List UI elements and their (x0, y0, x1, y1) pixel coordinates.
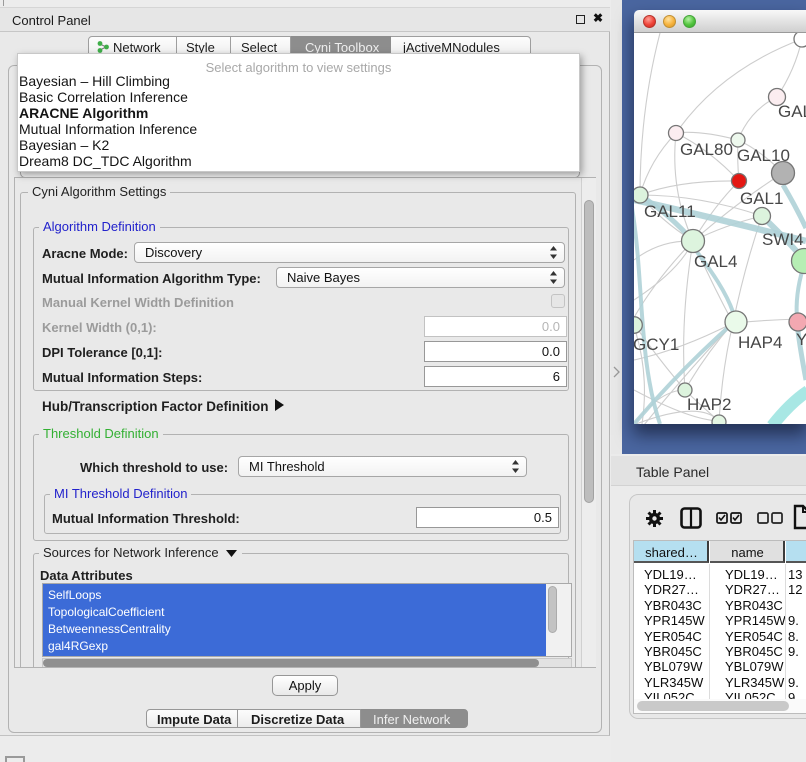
svg-text:YK: YK (796, 330, 806, 349)
svg-text:GAL80: GAL80 (680, 140, 733, 159)
svg-text:GAL10: GAL10 (737, 146, 790, 165)
svg-text:GAL2: GAL2 (778, 102, 806, 121)
svg-text:GCY1: GCY1 (634, 335, 679, 354)
svg-text:GAL1: GAL1 (740, 189, 783, 208)
svg-text:HAP4: HAP4 (738, 333, 782, 352)
svg-text:GAL4: GAL4 (694, 252, 737, 271)
svg-text:SWI4: SWI4 (762, 230, 804, 249)
svg-text:GAL11: GAL11 (644, 202, 696, 221)
svg-text:HAP2: HAP2 (687, 395, 731, 414)
